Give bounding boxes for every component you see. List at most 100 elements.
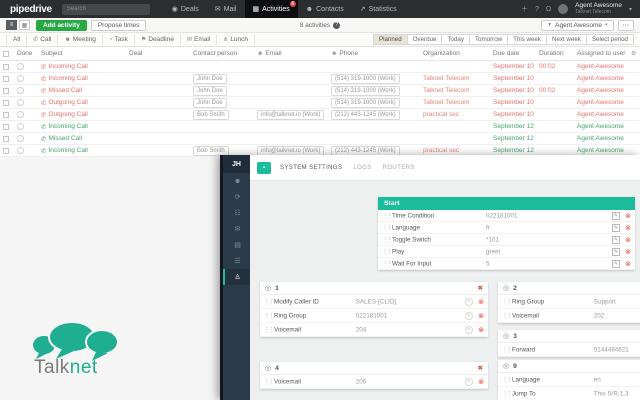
row-checkbox[interactable]: [3, 135, 9, 142]
delete-icon[interactable]: ⊗: [625, 260, 631, 268]
contact-person-chip[interactable]: John Doe: [193, 97, 227, 108]
col-phone[interactable]: ☻ Phone: [328, 50, 420, 57]
done-radio[interactable]: [17, 99, 24, 106]
assigned-user-link[interactable]: Agent Awesome: [577, 75, 624, 82]
period-overdue[interactable]: Overdue: [407, 34, 443, 45]
pipedrive-logo[interactable]: pipedrive: [0, 4, 62, 15]
filter-type-lunch[interactable]: ⋔ Lunch: [217, 34, 256, 45]
col-organization[interactable]: Organization: [420, 50, 490, 57]
assigned-user-link[interactable]: Agent Awesome: [577, 135, 624, 142]
tab-system-settings[interactable]: SYSTEM SETTINGS: [280, 165, 342, 171]
nav-contacts[interactable]: ☻ Contacts: [298, 0, 352, 18]
drag-handle-icon[interactable]: ⋮⋮: [382, 248, 393, 255]
col-assigned-to-user[interactable]: Assigned to user: [574, 50, 628, 57]
list-view-toggle[interactable]: ≡: [6, 20, 17, 30]
calendar-view-toggle[interactable]: ▦: [19, 20, 30, 30]
done-radio[interactable]: [17, 135, 24, 142]
row-checkbox[interactable]: [3, 147, 9, 154]
close-icon[interactable]: ✖: [478, 364, 483, 372]
help-icon[interactable]: ?: [535, 6, 539, 13]
phone-chip[interactable]: (212) 443-1245 (Work): [331, 109, 400, 120]
edit-icon[interactable]: ✎: [612, 259, 620, 268]
drag-handle-icon[interactable]: ⋮⋮: [502, 376, 513, 383]
activity-subject-link[interactable]: ✆ Outgoing Call: [38, 111, 126, 119]
col-subject[interactable]: Subject: [38, 50, 126, 57]
edit-icon[interactable]: ✎: [465, 297, 473, 306]
phone-chip[interactable]: (212) 443-1245 (Work): [331, 145, 400, 156]
period-select-period[interactable]: Select period: [586, 34, 634, 45]
propose-times-button[interactable]: Propose times: [90, 19, 147, 31]
period-tomorrow[interactable]: Tomorrow: [469, 34, 509, 45]
contact-person-chip[interactable]: Bob Smith: [193, 145, 229, 156]
sidebar-item-ivr-workstation[interactable]: ♙: [223, 269, 250, 285]
select-all-checkbox[interactable]: [3, 50, 9, 57]
row-checkbox[interactable]: [3, 123, 9, 130]
activity-subject-link[interactable]: ✆ Incoming Call: [38, 75, 126, 83]
contact-person-chip[interactable]: Bob Smith: [193, 109, 229, 120]
drag-handle-icon[interactable]: ⋮⋮: [382, 236, 393, 243]
user-menu-caret-icon[interactable]: ▾: [629, 6, 632, 13]
phone-chip[interactable]: (514) 319-1000 (Work): [331, 97, 400, 108]
drag-handle-icon[interactable]: ⋮⋮: [264, 378, 275, 385]
delete-icon[interactable]: ⊗: [625, 224, 631, 232]
organization-link[interactable]: Talknet Telecom: [423, 75, 470, 82]
contact-person-chip[interactable]: John Doe: [193, 85, 227, 96]
assigned-user-link[interactable]: Agent Awesome: [577, 87, 624, 94]
notifications-bell-icon[interactable]: Ω: [546, 6, 551, 13]
email-chip[interactable]: info@talknet.io (Work): [257, 145, 325, 156]
col-contact-person[interactable]: Contact person: [190, 50, 254, 57]
delete-icon[interactable]: ⊗: [478, 326, 484, 334]
search-input[interactable]: [61, 3, 150, 15]
delete-icon[interactable]: ⊗: [625, 236, 631, 244]
email-chip[interactable]: info@talknet.io (Work): [257, 109, 325, 120]
organization-link[interactable]: practical sec: [423, 111, 459, 118]
period-next-week[interactable]: Next week: [546, 34, 587, 45]
row-checkbox[interactable]: [3, 99, 9, 106]
col-done[interactable]: Done: [14, 50, 38, 57]
delete-icon[interactable]: ⊗: [625, 212, 631, 220]
row-checkbox[interactable]: [3, 63, 9, 70]
info-icon[interactable]: ?: [333, 21, 341, 29]
tab-routers[interactable]: ROUTERS: [383, 165, 415, 171]
filter-type-task[interactable]: ◔ Task: [103, 34, 135, 45]
nav-statistics[interactable]: ↗ Statistics: [352, 0, 405, 18]
delete-icon[interactable]: ⊗: [478, 312, 484, 320]
drag-handle-icon[interactable]: ⋮⋮: [382, 260, 393, 267]
edit-icon[interactable]: ✎: [465, 325, 473, 334]
delete-icon[interactable]: ⊗: [478, 378, 484, 386]
tab-logs[interactable]: LOGS: [353, 165, 371, 171]
filter-type-all[interactable]: All: [6, 34, 28, 45]
col-deal[interactable]: Deal: [126, 50, 190, 57]
done-radio[interactable]: [17, 123, 24, 130]
phone-chip[interactable]: (514) 319-1000 (Work): [331, 73, 400, 84]
activity-subject-link[interactable]: ✆ Incoming Call: [38, 147, 126, 155]
edit-icon[interactable]: ✎: [612, 223, 620, 232]
sidebar-item-team[interactable]: ☷: [223, 205, 250, 221]
done-radio[interactable]: [17, 111, 24, 118]
drag-handle-icon[interactable]: ⋮⋮: [264, 312, 275, 319]
edit-icon[interactable]: ✎: [612, 235, 620, 244]
filter-type-email[interactable]: ✉ Email: [181, 34, 218, 45]
assigned-user-link[interactable]: Agent Awesome: [577, 63, 624, 70]
quick-add-icon[interactable]: ＋: [521, 4, 528, 14]
filter-type-meeting[interactable]: ☻ Meeting: [58, 34, 103, 45]
nav-activities[interactable]: ▦ Activities 8: [244, 0, 298, 18]
delete-icon[interactable]: ⊗: [625, 248, 631, 256]
workspace-avatar[interactable]: JH: [223, 155, 250, 173]
sidebar-item-refresh[interactable]: ⟳: [223, 189, 250, 205]
edit-icon[interactable]: ✎: [465, 311, 473, 320]
organization-link[interactable]: Talknet Telecom: [423, 99, 470, 106]
period-planned[interactable]: Planned: [372, 34, 408, 45]
table-settings-gear-icon[interactable]: ⚙: [628, 50, 640, 57]
col-email[interactable]: ☻ Email: [254, 50, 328, 57]
activity-subject-link[interactable]: ✆ Incoming Call: [38, 123, 126, 131]
assigned-user-link[interactable]: Agent Awesome: [577, 123, 624, 130]
more-options-button[interactable]: ⋯: [617, 19, 634, 31]
sidebar-item-card[interactable]: ▤: [223, 237, 250, 253]
row-checkbox[interactable]: [3, 111, 9, 118]
period-this-week[interactable]: This week: [508, 34, 547, 45]
drag-handle-icon[interactable]: ⋮⋮: [264, 298, 275, 305]
drag-handle-icon[interactable]: ⋮⋮: [264, 326, 275, 333]
done-radio[interactable]: [17, 63, 24, 70]
organization-link[interactable]: Talknet Telecom: [423, 87, 470, 94]
